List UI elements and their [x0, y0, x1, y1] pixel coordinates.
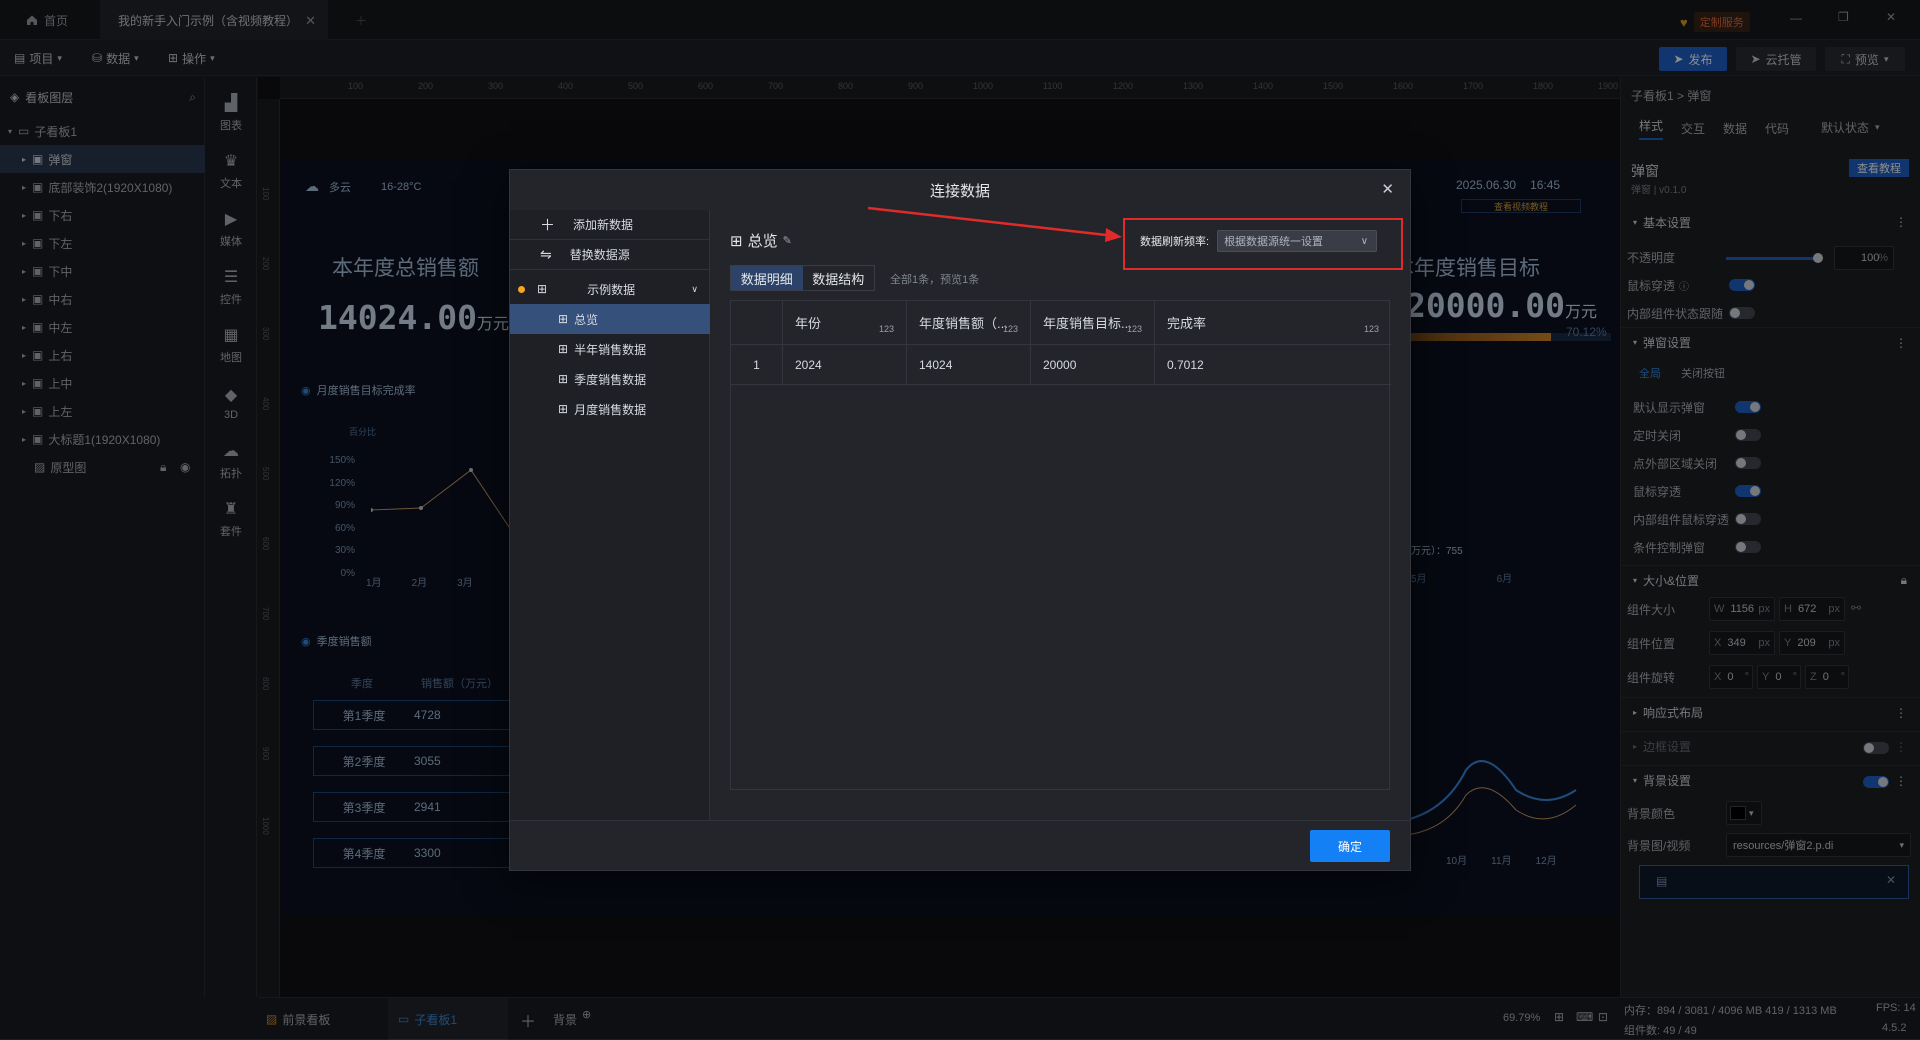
dataset-sidebar: ＋添加新数据 ⇋ 替换数据源 ⊞ 示例数据 ∨ ⊞ 总览 ⊞ 半年销售数据 ⊞ 季度销售…	[510, 210, 710, 820]
add-data-button[interactable]: ＋添加新数据	[510, 210, 710, 240]
table-header[interactable]: 完成率 123	[1155, 301, 1391, 345]
tab-data-detail[interactable]: 数据明细	[731, 266, 803, 290]
plus-icon: ＋	[540, 217, 556, 234]
record-count: 全部1条，预览1条	[890, 274, 980, 286]
dataset-item[interactable]: ⊞ 季度销售数据	[510, 364, 710, 394]
highlight-box	[1123, 218, 1403, 270]
number-type-badge: 123	[1363, 324, 1379, 334]
swap-icon: ⇋	[540, 246, 552, 262]
dataset-item[interactable]: ⊞ 半年销售数据	[510, 334, 710, 364]
table-cell: 20000	[1031, 345, 1155, 385]
dataset-item[interactable]: ⊞ 总览	[510, 304, 710, 334]
example-data-group[interactable]: ⊞ 示例数据 ∨	[510, 274, 710, 304]
number-type-badge: 123	[1002, 324, 1018, 334]
table-icon: ⊞	[730, 232, 743, 250]
table-header-index	[731, 301, 783, 345]
table-cell: 1	[731, 345, 783, 385]
table-cell: 14024	[907, 345, 1031, 385]
number-type-badge: 123	[1126, 324, 1142, 334]
detail-tabs: 数据明细 数据结构	[730, 265, 875, 291]
table-header[interactable]: 年度销售目标... 123	[1031, 301, 1155, 345]
annotation-arrow	[867, 206, 1122, 242]
connect-data-dialog: 连接数据 ✕ ＋添加新数据 ⇋ 替换数据源 ⊞ 示例数据 ∨ ⊞ 总览 ⊞ 半年销售数…	[510, 170, 1410, 870]
dataset-detail: ⊞ 总览 ✎ 数据明细 数据结构 全部1条，预览1条 数据刷新频率: 根据数据源…	[710, 210, 1410, 820]
edit-icon[interactable]: ✎	[783, 234, 792, 247]
table-icon: ⊞	[558, 342, 569, 356]
close-icon[interactable]: ✕	[1381, 180, 1394, 198]
confirm-button[interactable]: 确定	[1310, 830, 1390, 862]
table-header[interactable]: 年份 123	[783, 301, 907, 345]
status-dot	[518, 285, 525, 293]
table-icon: ⊞	[558, 312, 569, 326]
table-cell: 2024	[783, 345, 907, 385]
table-icon: ⊞	[558, 372, 569, 386]
tab-data-structure[interactable]: 数据结构	[803, 266, 875, 290]
table-header[interactable]: 年度销售额（... 123	[907, 301, 1031, 345]
data-table: 年份 123 年度销售额（... 123 年度销售目标... 123 完成率 123 1…	[730, 300, 1391, 790]
chevron-down-icon: ∨	[691, 283, 698, 294]
dialog-title: 连接数据	[929, 182, 990, 200]
number-type-badge: 123	[878, 324, 894, 334]
dialog-footer: 确定	[510, 820, 1410, 870]
table-icon: ⊞	[537, 282, 548, 296]
table-cell: 0.7012	[1155, 345, 1391, 385]
table-icon: ⊞	[558, 402, 569, 416]
dataset-title: ⊞ 总览 ✎	[730, 232, 792, 251]
replace-source-button[interactable]: ⇋ 替换数据源	[510, 240, 710, 270]
dataset-item[interactable]: ⊞ 月度销售数据	[510, 394, 710, 424]
